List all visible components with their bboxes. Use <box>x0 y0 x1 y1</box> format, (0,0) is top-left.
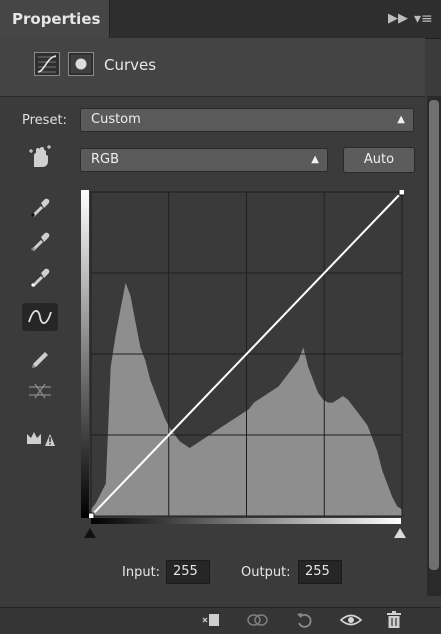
clipping-warning-icon[interactable] <box>22 423 58 451</box>
panel-footer <box>0 607 441 633</box>
gray-point-eyedropper-icon[interactable] <box>22 227 58 255</box>
pencil-draw-icon[interactable] <box>22 343 58 371</box>
curves-adjustment-icon[interactable] <box>34 52 60 76</box>
clip-to-layer-icon[interactable] <box>201 610 221 634</box>
panel-menu-icon[interactable]: ▾≡ <box>414 11 433 27</box>
auto-button[interactable]: Auto <box>343 147 415 173</box>
reset-icon[interactable] <box>295 610 315 634</box>
channel-dropdown[interactable]: RGB ▲ <box>80 148 328 172</box>
layer-mask-icon[interactable] <box>68 52 94 76</box>
properties-tab[interactable]: Properties <box>0 0 110 38</box>
preset-value: Custom <box>91 112 141 127</box>
chevron-updown-icon: ▲ <box>311 154 319 165</box>
input-label: Input: <box>122 565 161 580</box>
toggle-visibility-icon[interactable] <box>339 610 363 634</box>
panel-tab-bar: Properties ▶▶ ▾≡ <box>0 0 441 39</box>
curve-points-icon[interactable] <box>22 303 58 331</box>
delete-icon[interactable] <box>384 610 404 634</box>
adjustment-title: Curves <box>104 56 157 74</box>
input-field[interactable]: 255 <box>166 560 210 584</box>
preset-dropdown[interactable]: Custom ▲ <box>80 108 414 132</box>
output-label: Output: <box>241 565 291 580</box>
on-image-adjust-icon[interactable] <box>22 143 58 171</box>
curve-graph[interactable] <box>89 190 404 518</box>
channel-value: RGB <box>91 152 120 167</box>
properties-header: Curves <box>0 38 425 97</box>
curve-point[interactable] <box>89 512 95 518</box>
preset-label: Preset: <box>22 113 67 128</box>
output-gradient-bar <box>81 190 89 518</box>
black-point-eyedropper-icon[interactable] <box>22 193 58 221</box>
scrollbar-thumb[interactable] <box>429 100 439 570</box>
output-field[interactable]: 255 <box>298 560 342 584</box>
curves-panel: Preset: Custom ▲ RGB ▲ Auto Input: 255 O… <box>0 97 425 607</box>
chevron-updown-icon: ▲ <box>397 114 405 125</box>
view-previous-state-icon[interactable] <box>245 610 269 634</box>
black-point-slider-icon[interactable] <box>84 528 96 538</box>
white-point-slider-icon[interactable] <box>394 528 406 538</box>
white-point-eyedropper-icon[interactable] <box>22 263 58 291</box>
smooth-curve-icon[interactable] <box>22 377 58 405</box>
input-gradient-bar <box>91 517 401 524</box>
double-chevron-right-icon[interactable]: ▶▶ <box>388 11 408 26</box>
curve-point[interactable] <box>398 190 404 196</box>
